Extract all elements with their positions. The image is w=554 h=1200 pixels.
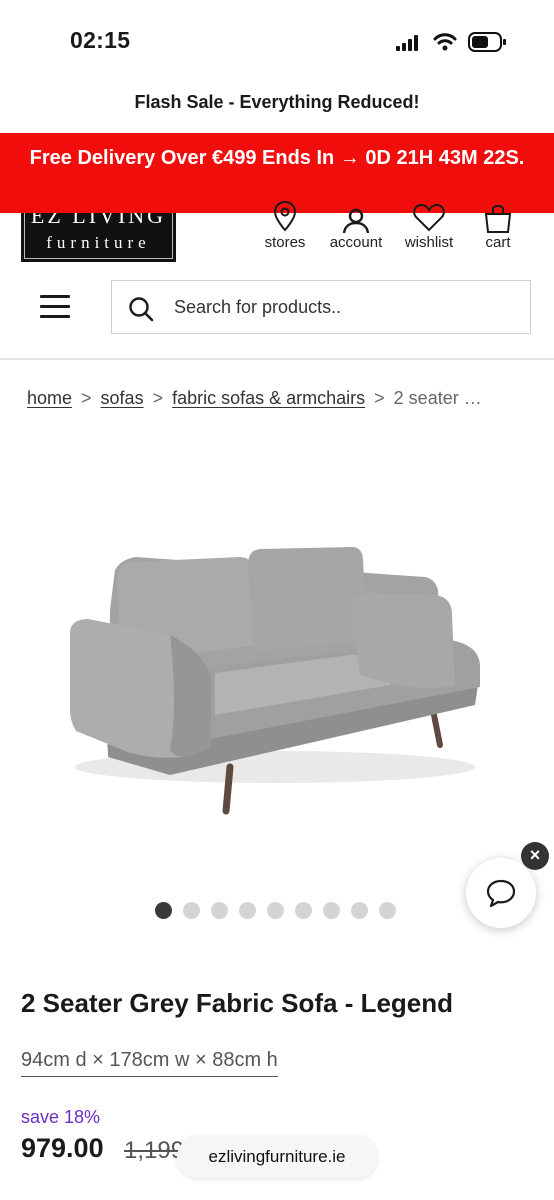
search-icon (129, 297, 154, 322)
pagination-dot[interactable] (295, 902, 312, 919)
breadcrumb-separator: > (81, 388, 92, 408)
chat-bubble-icon (486, 879, 516, 908)
nav-wishlist-label: wishlist (404, 234, 454, 251)
battery-icon (468, 32, 506, 52)
product-image-sofa[interactable] (60, 535, 490, 820)
breadcrumb-current: 2 seater … (393, 388, 482, 408)
nav-stores[interactable]: stores (258, 200, 312, 251)
chat-button[interactable] (466, 858, 536, 928)
header-divider (0, 358, 554, 360)
browser-url-bar[interactable]: ezlivingfurniture.ie (177, 1136, 377, 1178)
menu-hamburger-icon[interactable] (40, 295, 70, 319)
flash-sale-banner: Flash Sale - Everything Reduced! (134, 92, 420, 112)
logo-wordmark: EZ LIVING (30, 213, 167, 228)
pagination-dot[interactable] (323, 902, 340, 919)
product-title: 2 Seater Grey Fabric Sofa - Legend (21, 988, 454, 1018)
cart-icon (484, 205, 512, 233)
nav-stores-label: stores (264, 234, 306, 251)
breadcrumb-sofas[interactable]: sofas (101, 388, 144, 408)
ez-living-logo[interactable]: EZ LIVING furniture (21, 213, 176, 262)
location-pin-icon (273, 200, 297, 232)
nav-account-label: account (329, 234, 383, 251)
account-icon (342, 208, 370, 234)
pagination-dot[interactable] (379, 902, 396, 919)
pagination-dot[interactable] (211, 902, 228, 919)
pagination-dot[interactable] (239, 902, 256, 919)
nav-cart-label: cart (485, 234, 511, 251)
breadcrumb: home > sofas > fabric sofas & armchairs >2 se… (27, 388, 482, 409)
search-input[interactable] (174, 291, 514, 323)
breadcrumb-fabric-sofas[interactable]: fabric sofas & armchairs (172, 388, 365, 408)
status-bar: 02:15 (0, 0, 554, 86)
breadcrumb-home[interactable]: home (27, 388, 72, 408)
search-bar[interactable] (111, 280, 531, 334)
status-time: 02:15 (70, 27, 131, 53)
signal-icon (396, 35, 418, 51)
breadcrumb-separator: > (152, 388, 164, 408)
pagination-dot[interactable] (267, 902, 284, 919)
product-price: 979.00 (21, 1133, 104, 1163)
logo-subtitle: furniture (46, 233, 151, 252)
chat-close-icon[interactable]: × (521, 842, 549, 870)
original-price: 1,199 (124, 1137, 185, 1164)
wifi-icon (433, 33, 457, 51)
nav-account[interactable]: account (324, 200, 388, 251)
pagination-dot[interactable] (183, 902, 200, 919)
nav-wishlist[interactable]: wishlist (400, 200, 458, 251)
save-badge: save 18% (21, 1107, 101, 1127)
breadcrumb-separator: > (374, 388, 385, 408)
pagination-dot[interactable] (351, 902, 368, 919)
image-pagination (155, 902, 407, 920)
heart-icon (413, 203, 445, 232)
nav-cart[interactable]: cart (480, 200, 516, 251)
pagination-dot[interactable] (155, 902, 172, 919)
product-dimensions[interactable]: 94cm d × 178cm w × 88cm h (21, 1049, 278, 1077)
